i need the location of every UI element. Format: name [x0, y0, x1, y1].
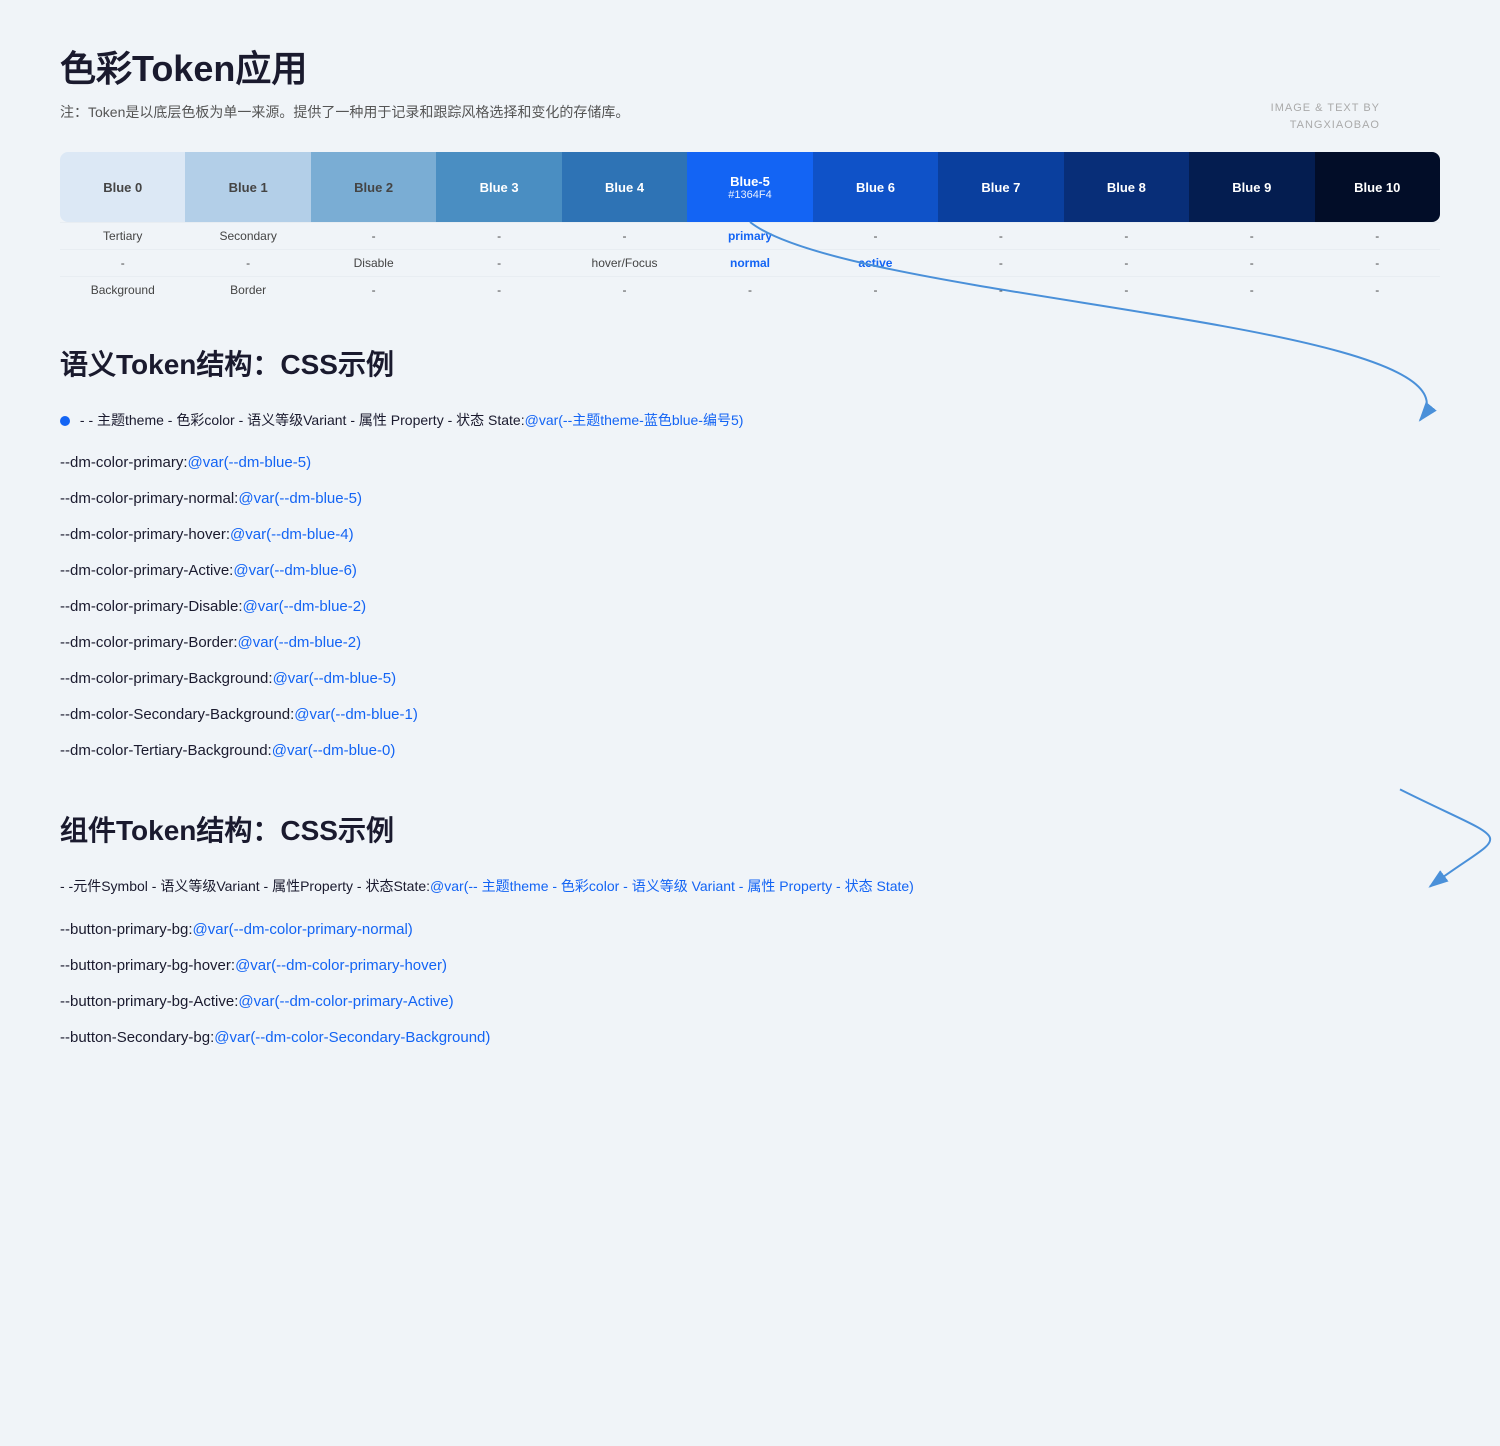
- token-cell-2-4: -: [562, 276, 687, 303]
- bullet-dot: [60, 416, 70, 426]
- token-cell-0-5: primary: [687, 222, 812, 249]
- component-meta-prefix: - -元件Symbol - 语义等级Variant - 属性Property -…: [60, 878, 430, 894]
- token-cell-0-2: -: [311, 222, 436, 249]
- semantic-token-6: --dm-color-primary-Background:@var(--dm-…: [60, 661, 1440, 697]
- token-cell-1-8: -: [1064, 249, 1189, 276]
- palette-bar-blue-0: Blue 0: [60, 152, 185, 222]
- token-cell-0-8: -: [1064, 222, 1189, 249]
- token-row-0: TertiarySecondary---primary-----: [60, 222, 1440, 249]
- palette-bar-blue-6: Blue 6: [813, 152, 938, 222]
- palette-bar-blue-3: Blue 3: [436, 152, 561, 222]
- semantic-token-structure: - - 主题theme - 色彩color - 语义等级Variant - 属性…: [60, 403, 1440, 769]
- semantic-meta-value: @var(--主题theme-蓝色blue-编号5): [525, 412, 744, 428]
- token-cell-2-2: -: [311, 276, 436, 303]
- semantic-token-7: --dm-color-Secondary-Background:@var(--d…: [60, 697, 1440, 733]
- palette-bar-blue-9: Blue 9: [1189, 152, 1314, 222]
- token-cell-0-10: -: [1315, 222, 1440, 249]
- token-cell-1-4: hover/Focus: [562, 249, 687, 276]
- page-subtitle: 注：Token是以底层色板为单一来源。提供了一种用于记录和跟踪风格选择和变化的存…: [60, 102, 1440, 122]
- palette-bar-blue-8: Blue 8: [1064, 152, 1189, 222]
- token-cell-0-4: -: [562, 222, 687, 249]
- component-token-0: --button-primary-bg:@var(--dm-color-prim…: [60, 912, 1440, 948]
- component-meta-line: - -元件Symbol - 语义等级Variant - 属性Property -…: [60, 869, 1440, 903]
- token-cell-0-3: -: [436, 222, 561, 249]
- component-token-2: --button-primary-bg-Active:@var(--dm-col…: [60, 984, 1440, 1020]
- palette-bars: Blue 0Blue 1Blue 2Blue 3Blue 4Blue-5#136…: [60, 152, 1440, 222]
- token-cell-2-5: -: [687, 276, 812, 303]
- token-cell-1-5: normal: [687, 249, 812, 276]
- palette-section: Blue 0Blue 1Blue 2Blue 3Blue 4Blue-5#136…: [60, 152, 1440, 303]
- token-row-2: BackgroundBorder---------: [60, 276, 1440, 303]
- token-row-1: --Disable-hover/Focusnormalactive----: [60, 249, 1440, 276]
- semantic-token-8: --dm-color-Tertiary-Background:@var(--dm…: [60, 733, 1440, 769]
- token-rows: TertiarySecondary---primary-------Disabl…: [60, 222, 1440, 303]
- semantic-token-2: --dm-color-primary-hover:@var(--dm-blue-…: [60, 517, 1440, 553]
- token-cell-2-10: -: [1315, 276, 1440, 303]
- token-cell-2-3: -: [436, 276, 561, 303]
- semantic-section-title: 语义Token结构：CSS示例: [60, 343, 1440, 383]
- component-meta-value: @var(-- 主题theme - 色彩color - 语义等级 Variant…: [430, 878, 914, 894]
- palette-bar-blue-7: Blue 7: [938, 152, 1063, 222]
- token-cell-0-9: -: [1189, 222, 1314, 249]
- component-tokens-list: --button-primary-bg:@var(--dm-color-prim…: [60, 912, 1440, 1056]
- semantic-token-5: --dm-color-primary-Border:@var(--dm-blue…: [60, 625, 1440, 661]
- token-cell-2-7: -: [938, 276, 1063, 303]
- token-cell-0-7: -: [938, 222, 1063, 249]
- token-cell-2-8: -: [1064, 276, 1189, 303]
- component-token-structure: - -元件Symbol - 语义等级Variant - 属性Property -…: [60, 869, 1440, 1055]
- palette-bar-blue-5: Blue-5#1364F4: [687, 152, 812, 222]
- palette-bar-blue-1: Blue 1: [185, 152, 310, 222]
- token-cell-2-1: Border: [185, 276, 310, 303]
- palette-bar-blue-4: Blue 4: [562, 152, 687, 222]
- token-cell-1-2: Disable: [311, 249, 436, 276]
- token-cell-1-3: -: [436, 249, 561, 276]
- token-cell-2-6: -: [813, 276, 938, 303]
- token-cell-1-1: -: [185, 249, 310, 276]
- palette-bar-blue-2: Blue 2: [311, 152, 436, 222]
- token-cell-0-1: Secondary: [185, 222, 310, 249]
- semantic-meta-prefix: - - 主题theme - 色彩color - 语义等级Variant - 属性…: [80, 412, 525, 428]
- token-cell-1-6: active: [813, 249, 938, 276]
- semantic-token-0: --dm-color-primary:@var(--dm-blue-5): [60, 445, 1440, 481]
- component-token-3: --button-Secondary-bg:@var(--dm-color-Se…: [60, 1020, 1440, 1056]
- token-cell-1-7: -: [938, 249, 1063, 276]
- token-cell-2-0: Background: [60, 276, 185, 303]
- semantic-meta-line: - - 主题theme - 色彩color - 语义等级Variant - 属性…: [60, 403, 1440, 437]
- watermark: IMAGE & TEXT BY TANGXIAOBAO: [1271, 100, 1380, 133]
- token-cell-1-0: -: [60, 249, 185, 276]
- token-cell-0-6: -: [813, 222, 938, 249]
- semantic-token-1: --dm-color-primary-normal:@var(--dm-blue…: [60, 481, 1440, 517]
- token-cell-0-0: Tertiary: [60, 222, 185, 249]
- component-token-1: --button-primary-bg-hover:@var(--dm-colo…: [60, 948, 1440, 984]
- component-section-title: 组件Token结构：CSS示例: [60, 809, 1440, 849]
- semantic-tokens-list: --dm-color-primary:@var(--dm-blue-5)--dm…: [60, 445, 1440, 769]
- token-cell-1-10: -: [1315, 249, 1440, 276]
- semantic-token-4: --dm-color-primary-Disable:@var(--dm-blu…: [60, 589, 1440, 625]
- token-cell-2-9: -: [1189, 276, 1314, 303]
- page-title: 色彩Token应用: [60, 40, 1440, 92]
- semantic-token-3: --dm-color-primary-Active:@var(--dm-blue…: [60, 553, 1440, 589]
- palette-bar-blue-10: Blue 10: [1315, 152, 1440, 222]
- token-cell-1-9: -: [1189, 249, 1314, 276]
